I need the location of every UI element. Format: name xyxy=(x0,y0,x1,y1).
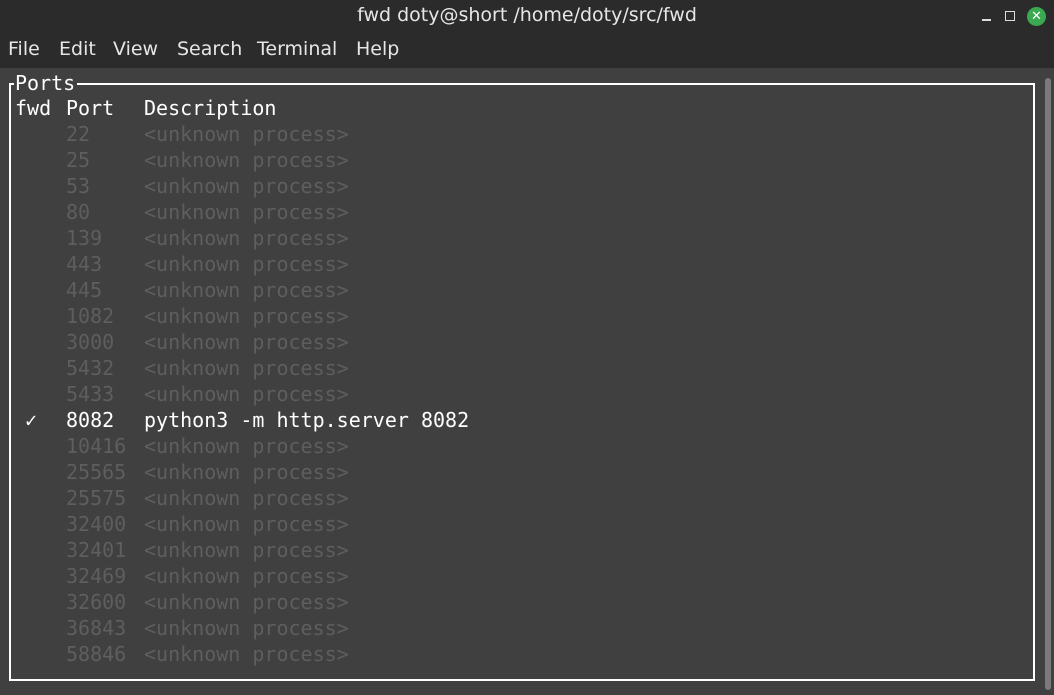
description-cell: <unknown process> xyxy=(144,304,349,328)
port-cell: 53 xyxy=(66,174,91,198)
close-button[interactable]: ✕ xyxy=(1027,7,1046,26)
header-port: Port xyxy=(66,96,115,120)
terminal-area[interactable]: Ports fwd Port Description 22 <unknown pr… xyxy=(0,68,1054,695)
port-cell: 5433 xyxy=(66,382,115,406)
minimize-button[interactable] xyxy=(977,7,995,25)
description-cell: <unknown process> xyxy=(144,642,349,666)
port-cell: 25 xyxy=(66,148,91,172)
description-cell: <unknown process> xyxy=(144,590,349,614)
description-cell: <unknown process> xyxy=(144,200,349,224)
description-cell: <unknown process> xyxy=(144,486,349,510)
menu-file[interactable]: File xyxy=(8,38,40,60)
port-cell: 58846 xyxy=(66,642,127,666)
check-icon: ✓ xyxy=(25,408,38,432)
description-cell: <unknown process> xyxy=(144,278,349,302)
header-fwd: fwd xyxy=(15,96,52,120)
description-cell: <unknown process> xyxy=(144,356,349,380)
menu-terminal[interactable]: Terminal xyxy=(257,38,337,60)
port-cell: 32600 xyxy=(66,590,127,614)
description-cell: <unknown process> xyxy=(144,434,349,458)
window-title: fwd doty@short /home/doty/src/fwd xyxy=(357,4,697,26)
port-cell: 443 xyxy=(66,252,103,276)
port-cell: 445 xyxy=(66,278,103,302)
close-icon: ✕ xyxy=(1031,9,1042,24)
port-cell: 5432 xyxy=(66,356,115,380)
port-cell: 22 xyxy=(66,122,91,146)
description-cell: <unknown process> xyxy=(144,564,349,588)
port-cell: 25575 xyxy=(66,486,127,510)
description-cell: <unknown process> xyxy=(144,512,349,536)
description-cell: <unknown process> xyxy=(144,122,349,146)
port-cell: 1082 xyxy=(66,304,115,328)
ports-panel-title: Ports xyxy=(14,71,78,95)
port-cell: 32400 xyxy=(66,512,127,536)
description-cell: python3 -m http.server 8082 xyxy=(144,408,470,432)
port-cell: 32401 xyxy=(66,538,127,562)
table-header: fwd Port Description xyxy=(15,95,276,121)
description-cell: <unknown process> xyxy=(144,226,349,250)
description-cell: <unknown process> xyxy=(144,148,349,172)
menu-help[interactable]: Help xyxy=(356,38,399,60)
description-cell: <unknown process> xyxy=(144,538,349,562)
port-cell: 10416 xyxy=(66,434,127,458)
menu-edit[interactable]: Edit xyxy=(59,38,96,60)
menu-bar: File Edit View Search Terminal Help xyxy=(0,33,1054,68)
description-cell: <unknown process> xyxy=(144,252,349,276)
minimize-icon xyxy=(981,19,991,21)
description-cell: <unknown process> xyxy=(144,330,349,354)
menu-search[interactable]: Search xyxy=(177,38,242,60)
maximize-icon xyxy=(1005,11,1015,21)
port-cell: 139 xyxy=(66,226,103,250)
port-cell: 32469 xyxy=(66,564,127,588)
port-cell: 8082 xyxy=(66,408,115,432)
scrollbar[interactable] xyxy=(1045,78,1051,690)
port-cell: 3000 xyxy=(66,330,115,354)
port-cell: 36843 xyxy=(66,616,127,640)
title-bar: fwd doty@short /home/doty/src/fwd ✕ xyxy=(0,0,1054,33)
description-cell: <unknown process> xyxy=(144,382,349,406)
description-cell: <unknown process> xyxy=(144,616,349,640)
description-cell: <unknown process> xyxy=(144,174,349,198)
port-cell: 25565 xyxy=(66,460,127,484)
port-cell: 80 xyxy=(66,200,91,224)
maximize-button[interactable] xyxy=(1001,7,1019,25)
header-description: Description xyxy=(144,96,277,120)
description-cell: <unknown process> xyxy=(144,460,349,484)
menu-view[interactable]: View xyxy=(113,38,158,60)
